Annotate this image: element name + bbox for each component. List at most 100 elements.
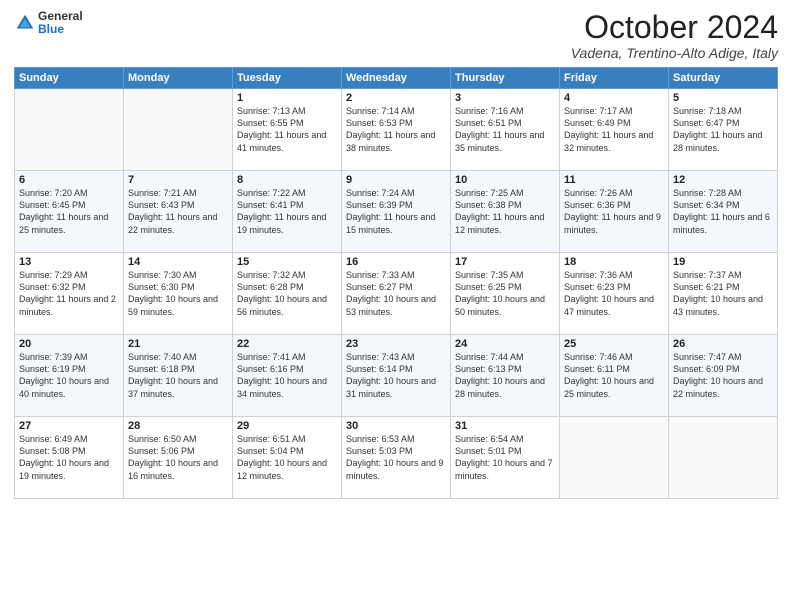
calendar-cell: 9 Sunrise: 7:24 AMSunset: 6:39 PMDayligh… — [342, 171, 451, 253]
calendar-cell: 14 Sunrise: 7:30 AMSunset: 6:30 PMDaylig… — [124, 253, 233, 335]
day-info: Sunrise: 7:22 AMSunset: 6:41 PMDaylight:… — [237, 187, 337, 236]
calendar-cell: 17 Sunrise: 7:35 AMSunset: 6:25 PMDaylig… — [451, 253, 560, 335]
day-number: 28 — [128, 420, 228, 432]
day-info: Sunrise: 7:16 AMSunset: 6:51 PMDaylight:… — [455, 105, 555, 154]
week-row-3: 13 Sunrise: 7:29 AMSunset: 6:32 PMDaylig… — [15, 253, 778, 335]
day-number: 19 — [673, 256, 773, 268]
day-info: Sunrise: 7:37 AMSunset: 6:21 PMDaylight:… — [673, 269, 773, 318]
logo-blue: Blue — [38, 23, 83, 36]
day-info: Sunrise: 6:49 AMSunset: 5:08 PMDaylight:… — [19, 433, 119, 482]
day-number: 23 — [346, 338, 446, 350]
day-number: 20 — [19, 338, 119, 350]
day-info: Sunrise: 6:50 AMSunset: 5:06 PMDaylight:… — [128, 433, 228, 482]
day-number: 8 — [237, 174, 337, 186]
month-title: October 2024 — [571, 10, 778, 45]
calendar-cell: 20 Sunrise: 7:39 AMSunset: 6:19 PMDaylig… — [15, 335, 124, 417]
day-info: Sunrise: 7:32 AMSunset: 6:28 PMDaylight:… — [237, 269, 337, 318]
week-row-5: 27 Sunrise: 6:49 AMSunset: 5:08 PMDaylig… — [15, 417, 778, 499]
day-number: 1 — [237, 92, 337, 104]
calendar-cell: 4 Sunrise: 7:17 AMSunset: 6:49 PMDayligh… — [560, 89, 669, 171]
day-info: Sunrise: 7:25 AMSunset: 6:38 PMDaylight:… — [455, 187, 555, 236]
calendar-cell: 16 Sunrise: 7:33 AMSunset: 6:27 PMDaylig… — [342, 253, 451, 335]
calendar-cell: 15 Sunrise: 7:32 AMSunset: 6:28 PMDaylig… — [233, 253, 342, 335]
day-number: 9 — [346, 174, 446, 186]
day-number: 29 — [237, 420, 337, 432]
day-number: 6 — [19, 174, 119, 186]
calendar-cell: 23 Sunrise: 7:43 AMSunset: 6:14 PMDaylig… — [342, 335, 451, 417]
day-info: Sunrise: 7:17 AMSunset: 6:49 PMDaylight:… — [564, 105, 664, 154]
day-info: Sunrise: 7:35 AMSunset: 6:25 PMDaylight:… — [455, 269, 555, 318]
calendar-cell: 13 Sunrise: 7:29 AMSunset: 6:32 PMDaylig… — [15, 253, 124, 335]
col-sunday: Sunday — [15, 68, 124, 89]
calendar-cell — [669, 417, 778, 499]
calendar-cell: 30 Sunrise: 6:53 AMSunset: 5:03 PMDaylig… — [342, 417, 451, 499]
day-number: 2 — [346, 92, 446, 104]
col-wednesday: Wednesday — [342, 68, 451, 89]
day-number: 10 — [455, 174, 555, 186]
day-info: Sunrise: 7:21 AMSunset: 6:43 PMDaylight:… — [128, 187, 228, 236]
day-info: Sunrise: 7:33 AMSunset: 6:27 PMDaylight:… — [346, 269, 446, 318]
day-number: 7 — [128, 174, 228, 186]
day-number: 31 — [455, 420, 555, 432]
calendar-cell: 7 Sunrise: 7:21 AMSunset: 6:43 PMDayligh… — [124, 171, 233, 253]
col-tuesday: Tuesday — [233, 68, 342, 89]
day-info: Sunrise: 7:18 AMSunset: 6:47 PMDaylight:… — [673, 105, 773, 154]
calendar-cell: 8 Sunrise: 7:22 AMSunset: 6:41 PMDayligh… — [233, 171, 342, 253]
day-info: Sunrise: 7:47 AMSunset: 6:09 PMDaylight:… — [673, 351, 773, 400]
calendar-cell: 28 Sunrise: 6:50 AMSunset: 5:06 PMDaylig… — [124, 417, 233, 499]
calendar-cell: 24 Sunrise: 7:44 AMSunset: 6:13 PMDaylig… — [451, 335, 560, 417]
calendar-cell: 1 Sunrise: 7:13 AMSunset: 6:55 PMDayligh… — [233, 89, 342, 171]
day-number: 21 — [128, 338, 228, 350]
calendar-cell: 21 Sunrise: 7:40 AMSunset: 6:18 PMDaylig… — [124, 335, 233, 417]
calendar-cell: 26 Sunrise: 7:47 AMSunset: 6:09 PMDaylig… — [669, 335, 778, 417]
day-info: Sunrise: 7:29 AMSunset: 6:32 PMDaylight:… — [19, 269, 119, 318]
calendar-cell: 29 Sunrise: 6:51 AMSunset: 5:04 PMDaylig… — [233, 417, 342, 499]
day-info: Sunrise: 7:20 AMSunset: 6:45 PMDaylight:… — [19, 187, 119, 236]
calendar-cell: 3 Sunrise: 7:16 AMSunset: 6:51 PMDayligh… — [451, 89, 560, 171]
day-info: Sunrise: 7:26 AMSunset: 6:36 PMDaylight:… — [564, 187, 664, 236]
day-info: Sunrise: 7:28 AMSunset: 6:34 PMDaylight:… — [673, 187, 773, 236]
day-number: 3 — [455, 92, 555, 104]
day-info: Sunrise: 6:51 AMSunset: 5:04 PMDaylight:… — [237, 433, 337, 482]
calendar-cell: 31 Sunrise: 6:54 AMSunset: 5:01 PMDaylig… — [451, 417, 560, 499]
day-number: 24 — [455, 338, 555, 350]
calendar-cell — [15, 89, 124, 171]
calendar-cell — [560, 417, 669, 499]
day-number: 12 — [673, 174, 773, 186]
day-number: 15 — [237, 256, 337, 268]
header: General Blue October 2024 Vadena, Trenti… — [14, 10, 778, 61]
day-info: Sunrise: 7:40 AMSunset: 6:18 PMDaylight:… — [128, 351, 228, 400]
week-row-4: 20 Sunrise: 7:39 AMSunset: 6:19 PMDaylig… — [15, 335, 778, 417]
col-thursday: Thursday — [451, 68, 560, 89]
day-info: Sunrise: 7:41 AMSunset: 6:16 PMDaylight:… — [237, 351, 337, 400]
day-info: Sunrise: 7:14 AMSunset: 6:53 PMDaylight:… — [346, 105, 446, 154]
week-row-2: 6 Sunrise: 7:20 AMSunset: 6:45 PMDayligh… — [15, 171, 778, 253]
day-info: Sunrise: 7:43 AMSunset: 6:14 PMDaylight:… — [346, 351, 446, 400]
calendar-cell: 2 Sunrise: 7:14 AMSunset: 6:53 PMDayligh… — [342, 89, 451, 171]
day-info: Sunrise: 7:39 AMSunset: 6:19 PMDaylight:… — [19, 351, 119, 400]
day-number: 26 — [673, 338, 773, 350]
day-number: 13 — [19, 256, 119, 268]
day-number: 18 — [564, 256, 664, 268]
day-number: 27 — [19, 420, 119, 432]
calendar-cell: 19 Sunrise: 7:37 AMSunset: 6:21 PMDaylig… — [669, 253, 778, 335]
calendar-cell: 5 Sunrise: 7:18 AMSunset: 6:47 PMDayligh… — [669, 89, 778, 171]
calendar-cell: 10 Sunrise: 7:25 AMSunset: 6:38 PMDaylig… — [451, 171, 560, 253]
day-number: 25 — [564, 338, 664, 350]
day-number: 4 — [564, 92, 664, 104]
col-monday: Monday — [124, 68, 233, 89]
calendar-cell: 6 Sunrise: 7:20 AMSunset: 6:45 PMDayligh… — [15, 171, 124, 253]
location-title: Vadena, Trentino-Alto Adige, Italy — [571, 45, 778, 61]
header-row: Sunday Monday Tuesday Wednesday Thursday… — [15, 68, 778, 89]
day-number: 11 — [564, 174, 664, 186]
day-info: Sunrise: 6:54 AMSunset: 5:01 PMDaylight:… — [455, 433, 555, 482]
day-number: 14 — [128, 256, 228, 268]
day-number: 17 — [455, 256, 555, 268]
calendar-cell: 11 Sunrise: 7:26 AMSunset: 6:36 PMDaylig… — [560, 171, 669, 253]
calendar-cell: 12 Sunrise: 7:28 AMSunset: 6:34 PMDaylig… — [669, 171, 778, 253]
day-number: 16 — [346, 256, 446, 268]
calendar-cell: 22 Sunrise: 7:41 AMSunset: 6:16 PMDaylig… — [233, 335, 342, 417]
title-block: October 2024 Vadena, Trentino-Alto Adige… — [571, 10, 778, 61]
logo-icon — [14, 12, 36, 34]
week-row-1: 1 Sunrise: 7:13 AMSunset: 6:55 PMDayligh… — [15, 89, 778, 171]
